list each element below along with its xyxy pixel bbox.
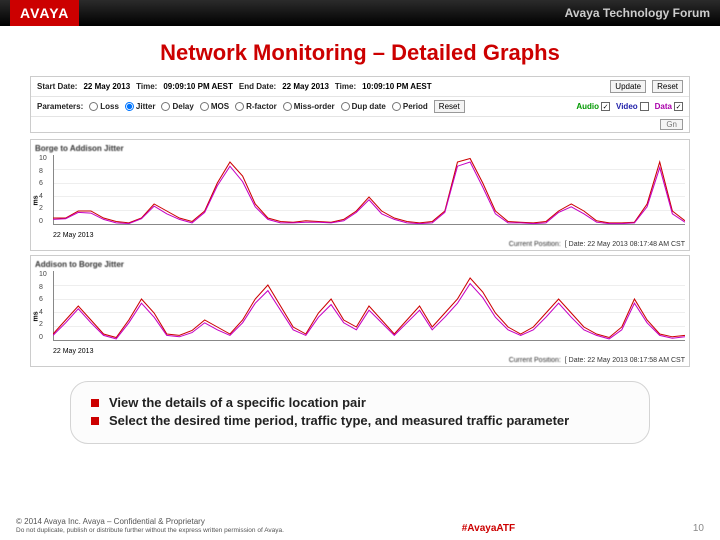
- ytick: 4: [39, 309, 47, 316]
- param-delay-label: Delay: [172, 102, 193, 111]
- ytick: 10: [39, 155, 47, 162]
- param-missorder-label: Miss-order: [294, 102, 335, 111]
- parameters-label: Parameters:: [37, 102, 83, 111]
- param-period[interactable]: Period: [392, 102, 428, 111]
- chart-1-plot: [53, 155, 685, 225]
- controls-panel: Start Date: 22 May 2013 Time: 09:09:10 P…: [30, 76, 690, 133]
- bullet-icon: [91, 417, 99, 425]
- copyright-sub: Do not duplicate, publish or distribute …: [16, 527, 284, 534]
- start-time-value[interactable]: 09:09:10 PM AEST: [163, 82, 233, 91]
- bullet-1: View the details of a specific location …: [109, 395, 366, 410]
- video-label: Video: [616, 102, 638, 111]
- param-loss[interactable]: Loss: [89, 102, 119, 111]
- avaya-logo: AVAYA: [10, 0, 79, 26]
- end-time-value[interactable]: 10:09:10 PM AEST: [362, 82, 432, 91]
- param-dupdate[interactable]: Dup date: [341, 102, 386, 111]
- param-rfactor[interactable]: R-factor: [235, 102, 277, 111]
- start-date-label: Start Date:: [37, 82, 77, 91]
- param-missorder[interactable]: Miss-order: [283, 102, 335, 111]
- page-title: Network Monitoring – Detailed Graphs: [0, 40, 720, 66]
- end-date-label: End Date:: [239, 82, 276, 91]
- video-checkbox[interactable]: [640, 102, 649, 111]
- forum-title: Avaya Technology Forum: [565, 6, 710, 20]
- start-date-value[interactable]: 22 May 2013: [83, 82, 130, 91]
- bullet-2: Select the desired time period, traffic …: [109, 413, 569, 428]
- param-delay[interactable]: Delay: [161, 102, 193, 111]
- data-label: Data: [655, 102, 672, 111]
- reset-button[interactable]: Reset: [652, 80, 683, 93]
- ytick: 8: [39, 284, 47, 291]
- param-rfactor-label: R-factor: [246, 102, 277, 111]
- chart-2-yaxis: 10 8 6 4 2 0: [39, 271, 47, 341]
- hashtag: #AvayaATF: [462, 523, 515, 534]
- end-time-label: Time:: [335, 82, 356, 91]
- chart-2: Addison to Borge Jitter ms 10 8 6 4 2 0 …: [30, 255, 690, 367]
- chart-1-title: Borge to Addison Jitter: [35, 142, 685, 155]
- ytick: 0: [39, 218, 47, 225]
- data-checkbox[interactable]: ✓: [674, 102, 683, 111]
- param-mos[interactable]: MOS: [200, 102, 229, 111]
- start-time-label: Time:: [136, 82, 157, 91]
- chart-2-plot: [53, 271, 685, 341]
- ytick: 0: [39, 334, 47, 341]
- ytick: 2: [39, 205, 47, 212]
- param-dupdate-label: Dup date: [352, 102, 386, 111]
- chart-1-yaxis: 10 8 6 4 2 0: [39, 155, 47, 225]
- param-jitter[interactable]: Jitter: [125, 102, 156, 111]
- ytick: 4: [39, 193, 47, 200]
- chart-1: Borge to Addison Jitter ms 10 8 6 4 2 0 …: [30, 139, 690, 251]
- ytick: 8: [39, 168, 47, 175]
- chart-1-date: Date: 22 May 2013 08:17:48 AM CST: [569, 241, 685, 248]
- ytick: 10: [39, 271, 47, 278]
- chart-2-date: Date: 22 May 2013 08:17:58 AM CST: [569, 357, 685, 364]
- gn-button[interactable]: Gn: [660, 119, 683, 130]
- audio-label: Audio: [576, 102, 599, 111]
- param-mos-label: MOS: [211, 102, 229, 111]
- chart-1-xdate: 22 May 2013: [53, 232, 93, 239]
- ytick: 2: [39, 321, 47, 328]
- chart-2-xdate: 22 May 2013: [53, 348, 93, 355]
- param-loss-label: Loss: [100, 102, 119, 111]
- copyright: © 2014 Avaya Inc. Avaya – Confidential &…: [16, 518, 284, 527]
- chart-2-title: Addison to Borge Jitter: [35, 258, 685, 271]
- bullet-icon: [91, 399, 99, 407]
- update-button[interactable]: Update: [610, 80, 646, 93]
- chart-2-current-label: Current Position:: [509, 357, 561, 364]
- chart-1-current-label: Current Position:: [509, 241, 561, 248]
- audio-checkbox[interactable]: ✓: [601, 102, 610, 111]
- param-jitter-label: Jitter: [136, 102, 156, 111]
- ytick: 6: [39, 296, 47, 303]
- page-number: 10: [693, 523, 704, 534]
- param-reset-button[interactable]: Reset: [434, 100, 465, 113]
- end-date-value[interactable]: 22 May 2013: [282, 82, 329, 91]
- bullet-box: View the details of a specific location …: [70, 381, 650, 444]
- ytick: 6: [39, 180, 47, 187]
- param-period-label: Period: [403, 102, 428, 111]
